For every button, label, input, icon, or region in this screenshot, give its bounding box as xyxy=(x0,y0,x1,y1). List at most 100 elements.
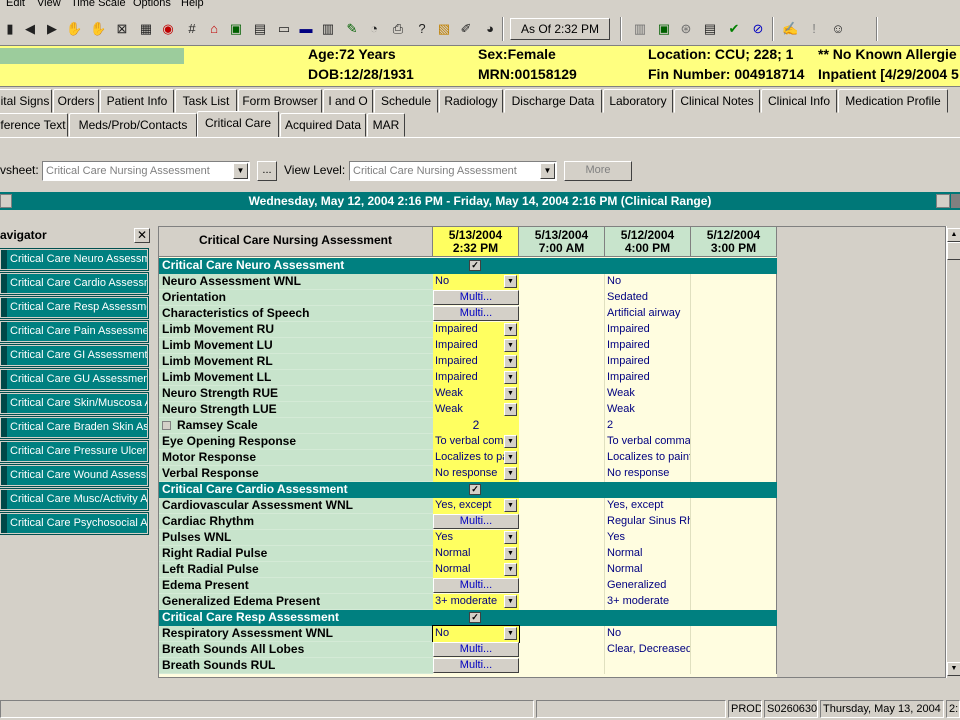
entry-dropdown[interactable]: Localizes to pa ▼ xyxy=(433,450,519,466)
checklist-icon[interactable]: ▤ xyxy=(702,21,718,37)
entry-dropdown[interactable]: Yes ▼ xyxy=(433,530,519,546)
entry-dropdown[interactable]: No response ▼ xyxy=(433,466,519,482)
result-cell[interactable] xyxy=(691,434,777,450)
chevron-down-icon[interactable]: ▼ xyxy=(504,595,517,608)
section-checkbox[interactable]: ✓ xyxy=(469,260,481,271)
chart-icon[interactable]: ⊠ xyxy=(114,21,130,37)
result-cell[interactable] xyxy=(691,642,777,658)
result-cell[interactable] xyxy=(519,338,605,354)
tab-laboratory[interactable]: Laboratory xyxy=(603,89,673,113)
navigator-item[interactable]: Critical Care Skin/Muscosa A xyxy=(0,392,149,415)
result-cell[interactable] xyxy=(519,354,605,370)
navigator-item[interactable]: Critical Care GI Assessment xyxy=(0,344,149,367)
hand-gray-icon[interactable]: ✋ xyxy=(90,21,106,37)
result-cell[interactable] xyxy=(691,290,777,306)
menu-view[interactable]: View xyxy=(37,0,61,9)
result-cell[interactable] xyxy=(691,354,777,370)
entry-cell[interactable]: Multi... xyxy=(433,306,519,322)
result-cell[interactable] xyxy=(519,546,605,562)
navigator-item[interactable]: Critical Care Psychosocial As xyxy=(0,512,149,535)
note-icon[interactable]: ▧ xyxy=(436,21,452,37)
entry-dropdown[interactable]: Impaired ▼ xyxy=(433,370,519,386)
column-header[interactable]: 5/12/2004 3:00 PM xyxy=(691,227,777,257)
entry-dropdown[interactable]: No ▼ xyxy=(433,274,519,290)
result-cell[interactable]: Impaired xyxy=(605,322,691,338)
navigator-item[interactable]: Critical Care Cardio Assessme xyxy=(0,272,149,295)
more-button[interactable]: More xyxy=(564,161,632,181)
tab-task-list[interactable]: Task List xyxy=(175,89,237,113)
clock-icon[interactable]: ◔ xyxy=(366,21,382,37)
result-cell[interactable] xyxy=(691,466,777,482)
menu-options[interactable]: Options xyxy=(133,0,171,9)
menu-edit[interactable]: Edit xyxy=(6,0,25,9)
result-cell[interactable] xyxy=(519,498,605,514)
result-cell[interactable]: Localizes to painf xyxy=(605,450,691,466)
expand-icon[interactable] xyxy=(162,421,171,430)
result-cell[interactable] xyxy=(691,658,777,674)
result-cell[interactable] xyxy=(691,530,777,546)
book-icon[interactable]: ▣ xyxy=(228,21,244,37)
menu-time-scale[interactable]: Time Scale xyxy=(71,0,126,9)
scroll-down-icon[interactable]: ▼ xyxy=(947,662,960,676)
chevron-down-icon[interactable]: ▼ xyxy=(504,387,517,400)
section-checkbox[interactable]: ✓ xyxy=(469,484,481,495)
browse-button[interactable]: ... xyxy=(257,161,277,181)
grid-icon[interactable]: # xyxy=(184,21,200,37)
tab-radiology[interactable]: Radiology xyxy=(439,89,503,113)
chevron-down-icon[interactable]: ▼ xyxy=(540,163,555,179)
as-of-button[interactable]: As Of 2:32 PM xyxy=(510,18,610,40)
menu-help[interactable]: Help xyxy=(181,0,204,9)
result-cell[interactable]: No xyxy=(605,626,691,642)
no-icon[interactable]: ⊘ xyxy=(750,21,766,37)
tab-medication-profile[interactable]: Medication Profile xyxy=(838,89,948,113)
chevron-down-icon[interactable]: ▼ xyxy=(504,467,517,480)
multi-select-button[interactable]: Multi... xyxy=(433,578,519,593)
result-cell[interactable]: Impaired xyxy=(605,354,691,370)
close-icon[interactable]: ✕ xyxy=(134,228,150,243)
result-cell[interactable] xyxy=(691,578,777,594)
section-header[interactable]: Critical Care Cardio Assessment ✓ xyxy=(159,482,777,498)
result-cell[interactable]: To verbal comma xyxy=(605,434,691,450)
result-cell[interactable] xyxy=(519,626,605,642)
range-end-handle[interactable] xyxy=(951,194,960,208)
calendar-icon[interactable]: ▤ xyxy=(252,21,268,37)
entry-dropdown[interactable]: Impaired ▼ xyxy=(433,338,519,354)
result-cell[interactable]: Yes, except xyxy=(605,498,691,514)
entry-cell[interactable]: Multi... xyxy=(433,514,519,530)
entry-dropdown[interactable]: Normal ▼ xyxy=(433,562,519,578)
scroll-thumb[interactable] xyxy=(947,242,960,260)
result-cell[interactable] xyxy=(519,274,605,290)
home-icon[interactable]: ⌂ xyxy=(206,21,222,37)
edit-icon[interactable]: ✐ xyxy=(458,21,474,37)
result-cell[interactable] xyxy=(519,370,605,386)
result-cell[interactable] xyxy=(519,578,605,594)
section-checkbox[interactable]: ✓ xyxy=(469,612,481,623)
notepad-icon[interactable]: ▥ xyxy=(320,21,336,37)
tab-form-browser[interactable]: Form Browser xyxy=(238,89,322,113)
tab-clinical-notes[interactable]: Clinical Notes xyxy=(674,89,760,113)
chevron-down-icon[interactable]: ▼ xyxy=(504,499,517,512)
navigator-item[interactable]: Critical Care Resp Assessmen xyxy=(0,296,149,319)
window-icon[interactable]: ▭ xyxy=(276,21,292,37)
tab-i-and-o[interactable]: I and O xyxy=(323,89,373,113)
result-cell[interactable] xyxy=(691,594,777,610)
result-cell[interactable] xyxy=(519,514,605,530)
tab-acquired-data[interactable]: Acquired Data xyxy=(280,113,366,137)
entry-cell[interactable]: Multi... xyxy=(433,658,519,674)
image-icon[interactable]: ▦ xyxy=(138,21,154,37)
result-cell[interactable]: Sedated xyxy=(605,290,691,306)
entry-dropdown[interactable]: Weak ▼ xyxy=(433,386,519,402)
navigator-item[interactable]: Critical Care Wound Assessm xyxy=(0,464,149,487)
result-cell[interactable] xyxy=(691,306,777,322)
result-cell[interactable]: Yes xyxy=(605,530,691,546)
printer-icon[interactable]: ⎙ xyxy=(390,21,406,37)
chevron-down-icon[interactable]: ▼ xyxy=(504,403,517,416)
check-icon[interactable]: ✔ xyxy=(726,21,742,37)
chevron-down-icon[interactable]: ▼ xyxy=(504,323,517,336)
entry-dropdown[interactable]: 3+ moderate ▼ xyxy=(433,594,519,610)
result-cell[interactable] xyxy=(691,338,777,354)
chevron-down-icon[interactable]: ▼ xyxy=(504,627,517,640)
tab-patient-info[interactable]: Patient Info xyxy=(100,89,174,113)
chevron-down-icon[interactable]: ▼ xyxy=(504,275,517,288)
result-cell[interactable] xyxy=(519,658,605,674)
